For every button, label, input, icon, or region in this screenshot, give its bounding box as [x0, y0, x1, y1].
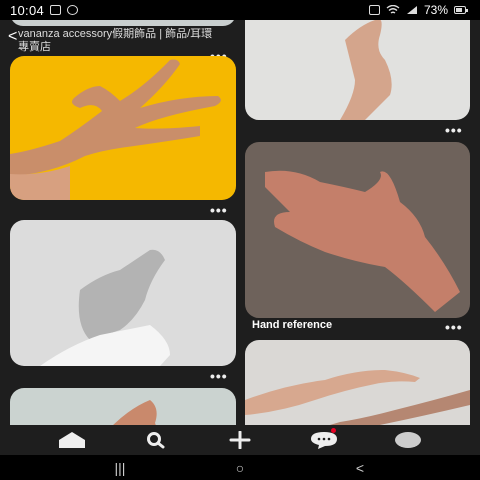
hand-image: [340, 20, 392, 120]
search-icon: [147, 432, 165, 449]
hand-image: [10, 59, 221, 200]
more-options-button[interactable]: •••: [445, 319, 463, 335]
bottom-navigation: [0, 425, 480, 455]
nav-create-button[interactable]: [220, 426, 260, 454]
status-right: 73%: [368, 3, 468, 17]
pin-card-top-left[interactable]: [10, 20, 236, 26]
whatsapp-icon: [67, 5, 79, 15]
more-options-button[interactable]: •••: [445, 122, 463, 138]
pin-card-two-hands[interactable]: [245, 340, 470, 425]
screenshot-icon: [368, 5, 380, 15]
more-options-button[interactable]: •••: [210, 368, 228, 384]
system-navigation: ||| ○ <: [0, 455, 480, 480]
home-button[interactable]: ○: [220, 458, 260, 478]
nav-profile-button[interactable]: [388, 426, 428, 454]
pin-card-brown-hand[interactable]: [245, 142, 470, 318]
board-title: vananza accessory假期飾品 | 飾品/耳環專賣店: [18, 28, 213, 53]
more-options-button[interactable]: •••: [210, 202, 228, 218]
battery-icon: [454, 6, 468, 14]
chat-icon: [311, 432, 337, 449]
pin-card-gray-hand-top[interactable]: [245, 20, 470, 120]
back-arrow-icon[interactable]: <: [8, 28, 17, 46]
pin-card-yellow-hand[interactable]: [10, 56, 236, 200]
pin-card-partial-hand[interactable]: [10, 388, 236, 425]
recents-button[interactable]: |||: [100, 458, 140, 478]
plus-icon: [229, 431, 251, 449]
status-time: 10:04: [10, 2, 45, 18]
status-bar: 10:04 73%: [0, 0, 480, 20]
avatar-icon: [395, 432, 421, 448]
signal-icon: [406, 6, 417, 14]
pin-caption: Hand reference: [252, 319, 333, 331]
nav-messages-button[interactable]: [304, 426, 344, 454]
home-icon: [59, 432, 85, 448]
hand-image: [265, 170, 460, 312]
pin-feed[interactable]: < vananza accessory假期飾品 | 飾品/耳環專賣店 ••• •…: [0, 20, 480, 425]
battery-percent: 73%: [423, 3, 448, 17]
back-button[interactable]: <: [340, 458, 380, 478]
battery-fill: [456, 8, 462, 12]
status-left: 10:04: [10, 2, 79, 18]
image-notification-icon: [50, 5, 62, 15]
hand-image: [40, 249, 170, 366]
hand-image: [113, 400, 157, 425]
hand-image: [245, 370, 470, 425]
notification-badge: [331, 428, 336, 433]
wifi-icon: [386, 5, 400, 14]
nav-home-button[interactable]: [52, 426, 92, 454]
pin-card-bw-hand[interactable]: [10, 220, 236, 366]
nav-search-button[interactable]: [136, 426, 176, 454]
